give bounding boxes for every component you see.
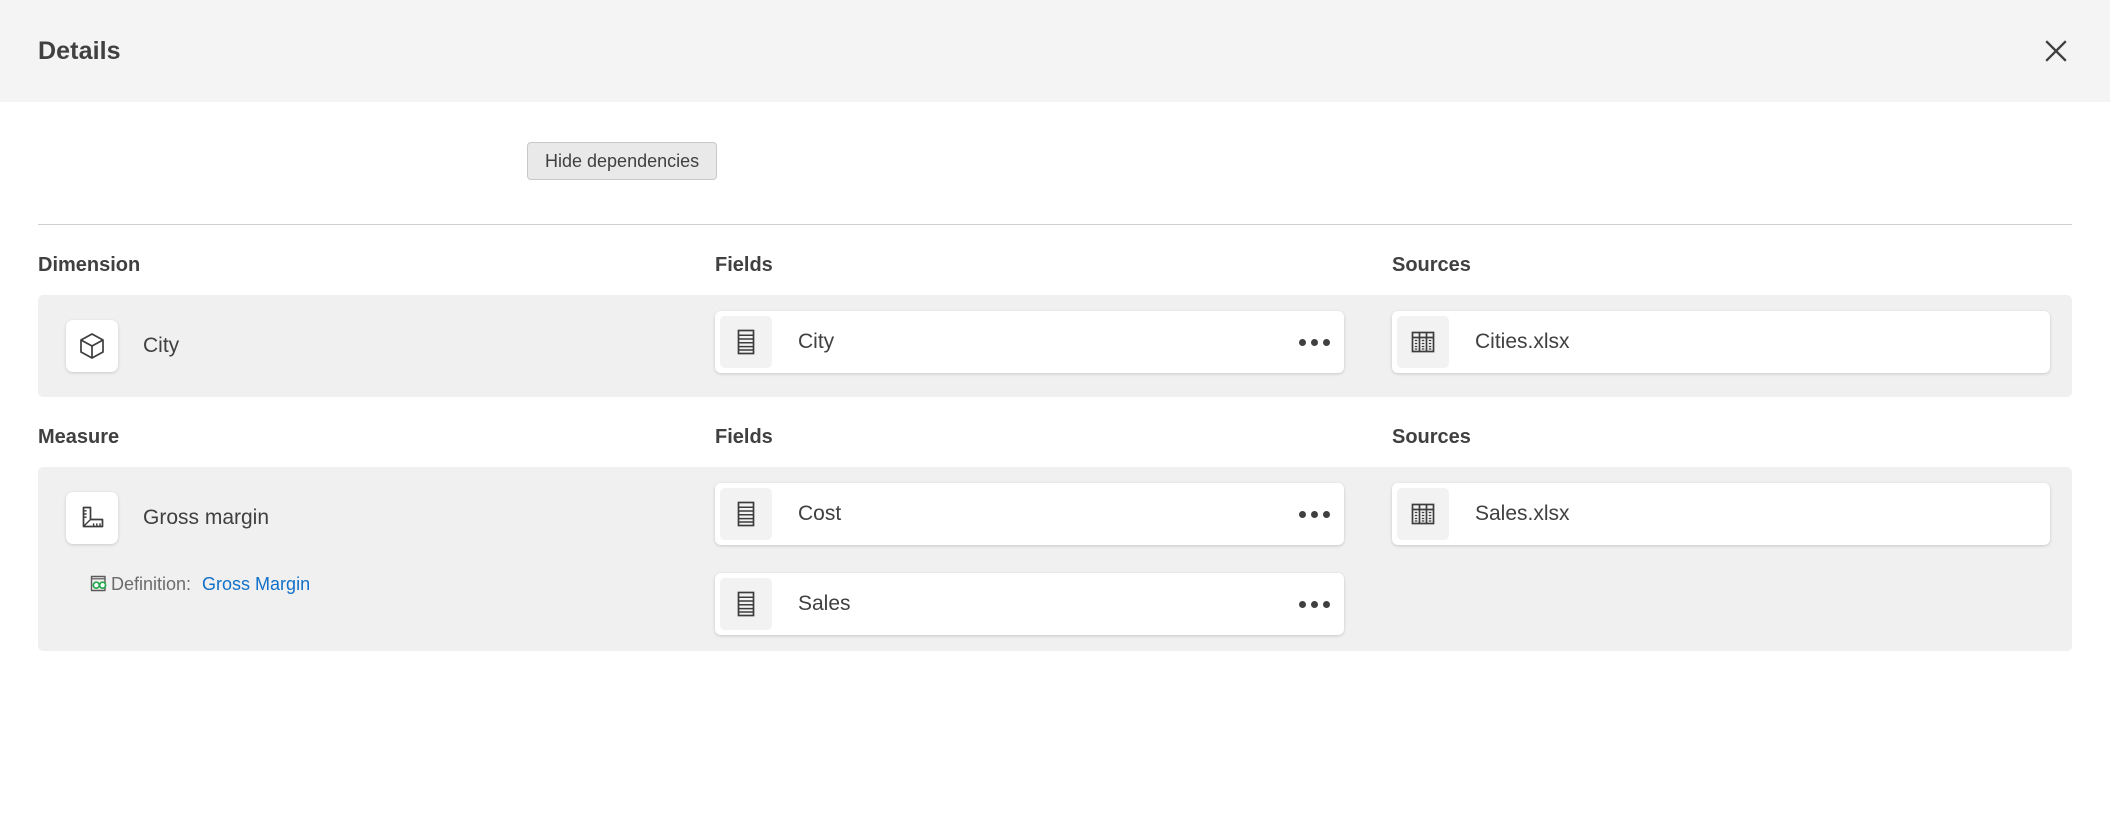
source-card[interactable]: Sales.xlsx: [1392, 483, 2050, 545]
measure-definition-row: Definition: Gross Margin: [88, 573, 715, 595]
field-icon: [720, 488, 772, 540]
measure-section: Measure Fields Sources Gross margin: [0, 397, 2110, 651]
ellipsis-icon: [1299, 339, 1330, 346]
dialog-body: Hide dependencies Dimension Fields Sourc…: [0, 102, 2110, 651]
dimension-fields-column: City: [715, 311, 1392, 381]
measure-entity[interactable]: Gross margin: [66, 483, 715, 553]
column-header-fields: Fields: [715, 254, 1392, 277]
field-card-label: Sales: [798, 592, 1288, 616]
dimension-entity-column: City: [38, 311, 715, 381]
measure-sources-column: Sales.xlsx: [1392, 483, 2072, 635]
field-card-label: City: [798, 330, 1288, 354]
measure-entity-label: Gross margin: [143, 506, 269, 530]
source-card-label: Sales.xlsx: [1475, 502, 2046, 526]
cube-icon: [66, 320, 118, 372]
dimension-panel: City City: [38, 295, 2072, 397]
field-card-menu-button[interactable]: [1288, 488, 1340, 540]
source-card-label: Cities.xlsx: [1475, 330, 2046, 354]
field-icon: [720, 316, 772, 368]
column-header-entity: Measure: [38, 426, 715, 449]
column-header-entity: Dimension: [38, 254, 715, 277]
dimension-section: Dimension Fields Sources City: [0, 225, 2110, 397]
dialog-header: Details: [0, 0, 2110, 102]
dimension-entity-label: City: [143, 334, 179, 358]
page-title: Details: [38, 37, 121, 66]
field-card-menu-button[interactable]: [1288, 316, 1340, 368]
close-icon: [2043, 38, 2069, 64]
measure-fields-column: Cost Sales: [715, 483, 1392, 635]
definition-link[interactable]: Gross Margin: [202, 574, 310, 595]
dimension-section-headers: Dimension Fields Sources: [0, 225, 2110, 295]
dependencies-toolbar: Hide dependencies: [0, 102, 2110, 180]
table-icon: [1397, 316, 1449, 368]
definition-label: Definition:: [111, 574, 191, 595]
column-header-sources: Sources: [1392, 254, 2032, 277]
table-icon: [1397, 488, 1449, 540]
measure-panel: Gross margin Definition: Gross Margin: [38, 467, 2072, 651]
measure-entity-column: Gross margin Definition: Gross Margin: [38, 483, 715, 635]
field-card-label: Cost: [798, 502, 1288, 526]
glossary-icon: [88, 573, 110, 595]
column-header-fields: Fields: [715, 426, 1392, 449]
dimension-sources-column: Cities.xlsx: [1392, 311, 2072, 381]
field-card[interactable]: Cost: [715, 483, 1344, 545]
field-card-menu-button[interactable]: [1288, 578, 1340, 630]
ellipsis-icon: [1299, 601, 1330, 608]
hide-dependencies-button[interactable]: Hide dependencies: [527, 142, 717, 180]
field-card[interactable]: City: [715, 311, 1344, 373]
measure-section-headers: Measure Fields Sources: [0, 397, 2110, 467]
ellipsis-icon: [1299, 511, 1330, 518]
column-header-sources: Sources: [1392, 426, 2032, 449]
measure-ruler-icon: [66, 492, 118, 544]
field-card[interactable]: Sales: [715, 573, 1344, 635]
dimension-entity[interactable]: City: [66, 311, 715, 381]
source-card[interactable]: Cities.xlsx: [1392, 311, 2050, 373]
field-icon: [720, 578, 772, 630]
close-button[interactable]: [2034, 29, 2078, 73]
